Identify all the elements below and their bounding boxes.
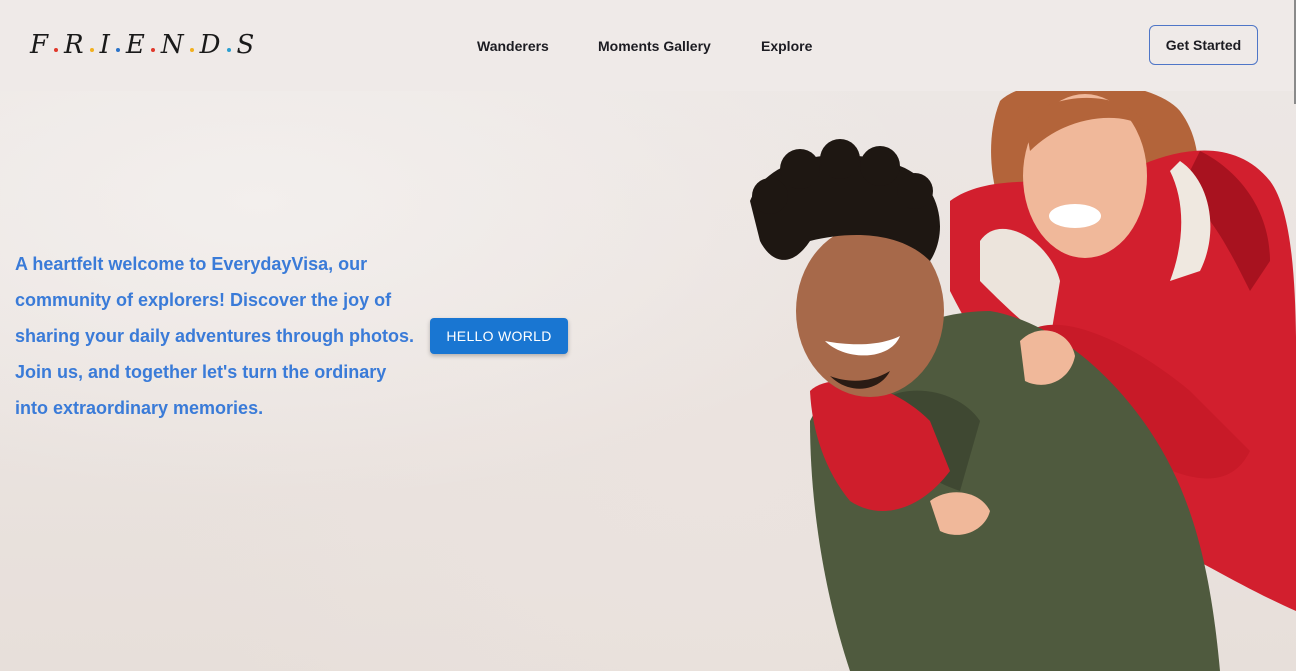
hello-world-button[interactable]: HELLO WORLD	[430, 318, 568, 354]
friends-logo[interactable]: F R I E N D S	[30, 27, 254, 63]
logo-letter: N	[160, 30, 184, 60]
site-header: F R I E N D S Wanderers Moments Gallery …	[0, 0, 1294, 91]
logo-dot	[150, 48, 155, 52]
logo-dot	[115, 48, 120, 52]
logo-letter: R	[64, 30, 84, 60]
logo-dot	[226, 48, 231, 52]
welcome-text: A heartfelt welcome to EverydayVisa, our…	[15, 254, 415, 418]
logo-letter: S	[236, 30, 255, 60]
logo-letter: D	[199, 30, 221, 60]
logo-dot	[89, 48, 94, 52]
logo-letter: I	[99, 30, 110, 60]
nav-link-moments-gallery[interactable]: Moments Gallery	[598, 38, 711, 54]
page: F R I E N D S Wanderers Moments Gallery …	[0, 0, 1296, 671]
nav-link-explore[interactable]: Explore	[761, 38, 812, 54]
logo-dot	[189, 48, 194, 52]
logo-letter: E	[125, 30, 145, 60]
logo-letter: F	[30, 30, 49, 60]
logo-dot	[54, 48, 59, 52]
couple-photo	[750, 91, 1296, 671]
get-started-button[interactable]: Get Started	[1149, 25, 1258, 65]
nav-link-wanderers[interactable]: Wanderers	[477, 38, 549, 54]
